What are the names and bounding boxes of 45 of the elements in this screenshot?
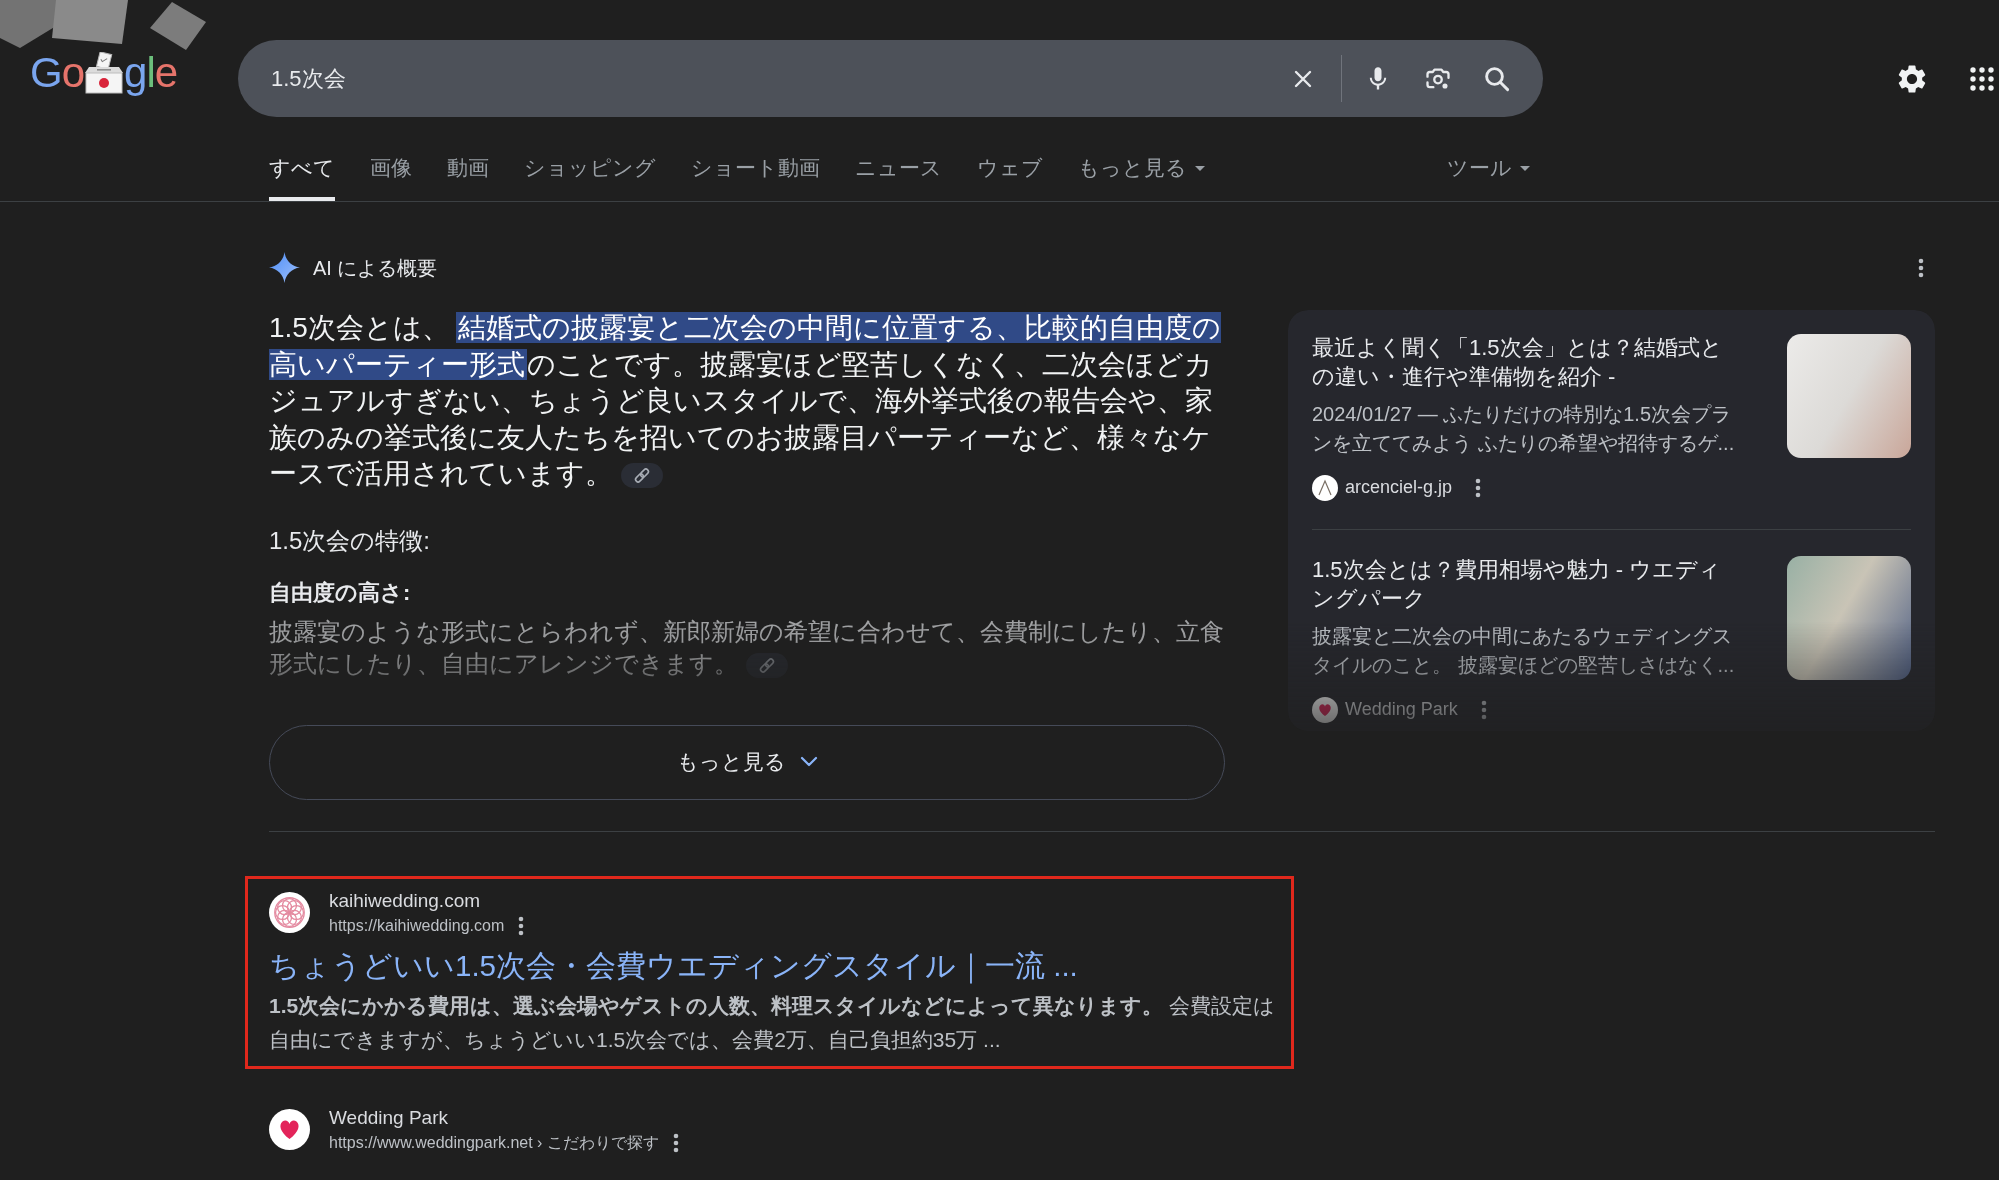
kebab-menu-icon[interactable] [518,915,525,936]
flower-logo-icon [269,892,310,933]
feature-text: 披露宴のような形式にとらわれず、新郎新婦の希望に合わせて、会費制にしたり、立食形式にしたり、自由にアレンジできます。 [269,616,1225,680]
result-url: https://www.weddingpark.net › こだわりで探す [329,1132,659,1153]
overview-title: AI による概要 [313,255,438,281]
circle-logo-icon [1312,474,1338,501]
ballot-box-icon [84,52,125,94]
search-field[interactable]: 1.5次会 [238,40,1543,117]
result-url: https://kaihiwedding.com [329,915,505,936]
site-name: arcenciel-g.jp [1345,476,1453,499]
tab[interactable]: ニュース [855,117,942,201]
tab[interactable]: すべて [269,117,335,201]
source-title-link[interactable]: 最近よく聞く「1.5次会」とは？結婚式との違い・進行や準備物を紹介 - [1312,333,1742,391]
kebab-menu-icon[interactable] [672,1132,679,1153]
logo-text: gle [124,50,178,96]
tab[interactable]: ショート動画 [691,117,820,201]
tab[interactable]: 動画 [447,117,489,201]
tab[interactable]: ウェブ [977,117,1043,201]
tools-menu[interactable]: ツール [1447,117,1530,201]
source-snippet: 2024/01/27 — ふたりだけの特別な1.5次会プランを立ててみよう ふたりの希望や招待するゲ... [1312,402,1736,456]
site-name: Wedding Park [1345,698,1458,721]
site-name: Wedding Park [329,1105,449,1130]
result-title-link[interactable]: ちょうどいい1.5次会・会費ウエディングスタイル｜一流 ... [269,946,1283,985]
sparkle-icon [269,252,300,283]
heart-logo-icon [269,1109,310,1150]
caret-icon [1520,165,1530,171]
feature-title: 自由度の高さ: [269,578,412,607]
logo-text: Go [30,50,85,96]
heart-logo-icon [1312,696,1338,723]
dot-grid-icon[interactable] [1969,65,1995,92]
site-name: kaihiwedding.com [329,888,482,913]
overview-paragraph: 1.5次会とは、 結婚式の披露宴と二次会の中間に位置する、比較的自由度の高いパーティー形式のことです。披露宴ほど堅苦しくなく、二次会ほどカジュアルすぎない、ちょうど良いスタイルで、海外挙式後の報告会や、家族のみの挙式後に友人たちを招いてのお披露目パーティーなど、様々なケースで活用されています。 [269,311,1222,491]
source-title-link[interactable]: 1.5次会とは？費用相場や魅力 - ウエディングパーク [1312,555,1742,613]
source-snippet: 披露宴と二次会の中間にあたるウェディングスタイルのこと。 披露宴ほどの堅苦しさはなく... [1312,624,1736,678]
kebab-menu-icon[interactable] [1918,257,1924,278]
section-heading: 1.5次会の特徴: [269,525,432,556]
result-snippet: 1.5次会にかかる費用は、選ぶ会場やゲストの人数、料理スタイルなどによって異なります。 会費設定は自由にできますが、ちょうどいい1.5次会では、会費2万、自己負担約35万 ... [269,992,1277,1053]
search-input[interactable]: 1.5次会 [271,58,1291,99]
caret-icon [1195,165,1205,171]
link-icon[interactable] [621,463,663,489]
tab[interactable]: 画像 [370,117,412,201]
tab[interactable]: もっと見る [1078,117,1205,201]
kebab-menu-icon[interactable] [1475,477,1482,498]
tab[interactable]: ショッピング [524,117,656,201]
chevron-down-icon [799,755,818,769]
